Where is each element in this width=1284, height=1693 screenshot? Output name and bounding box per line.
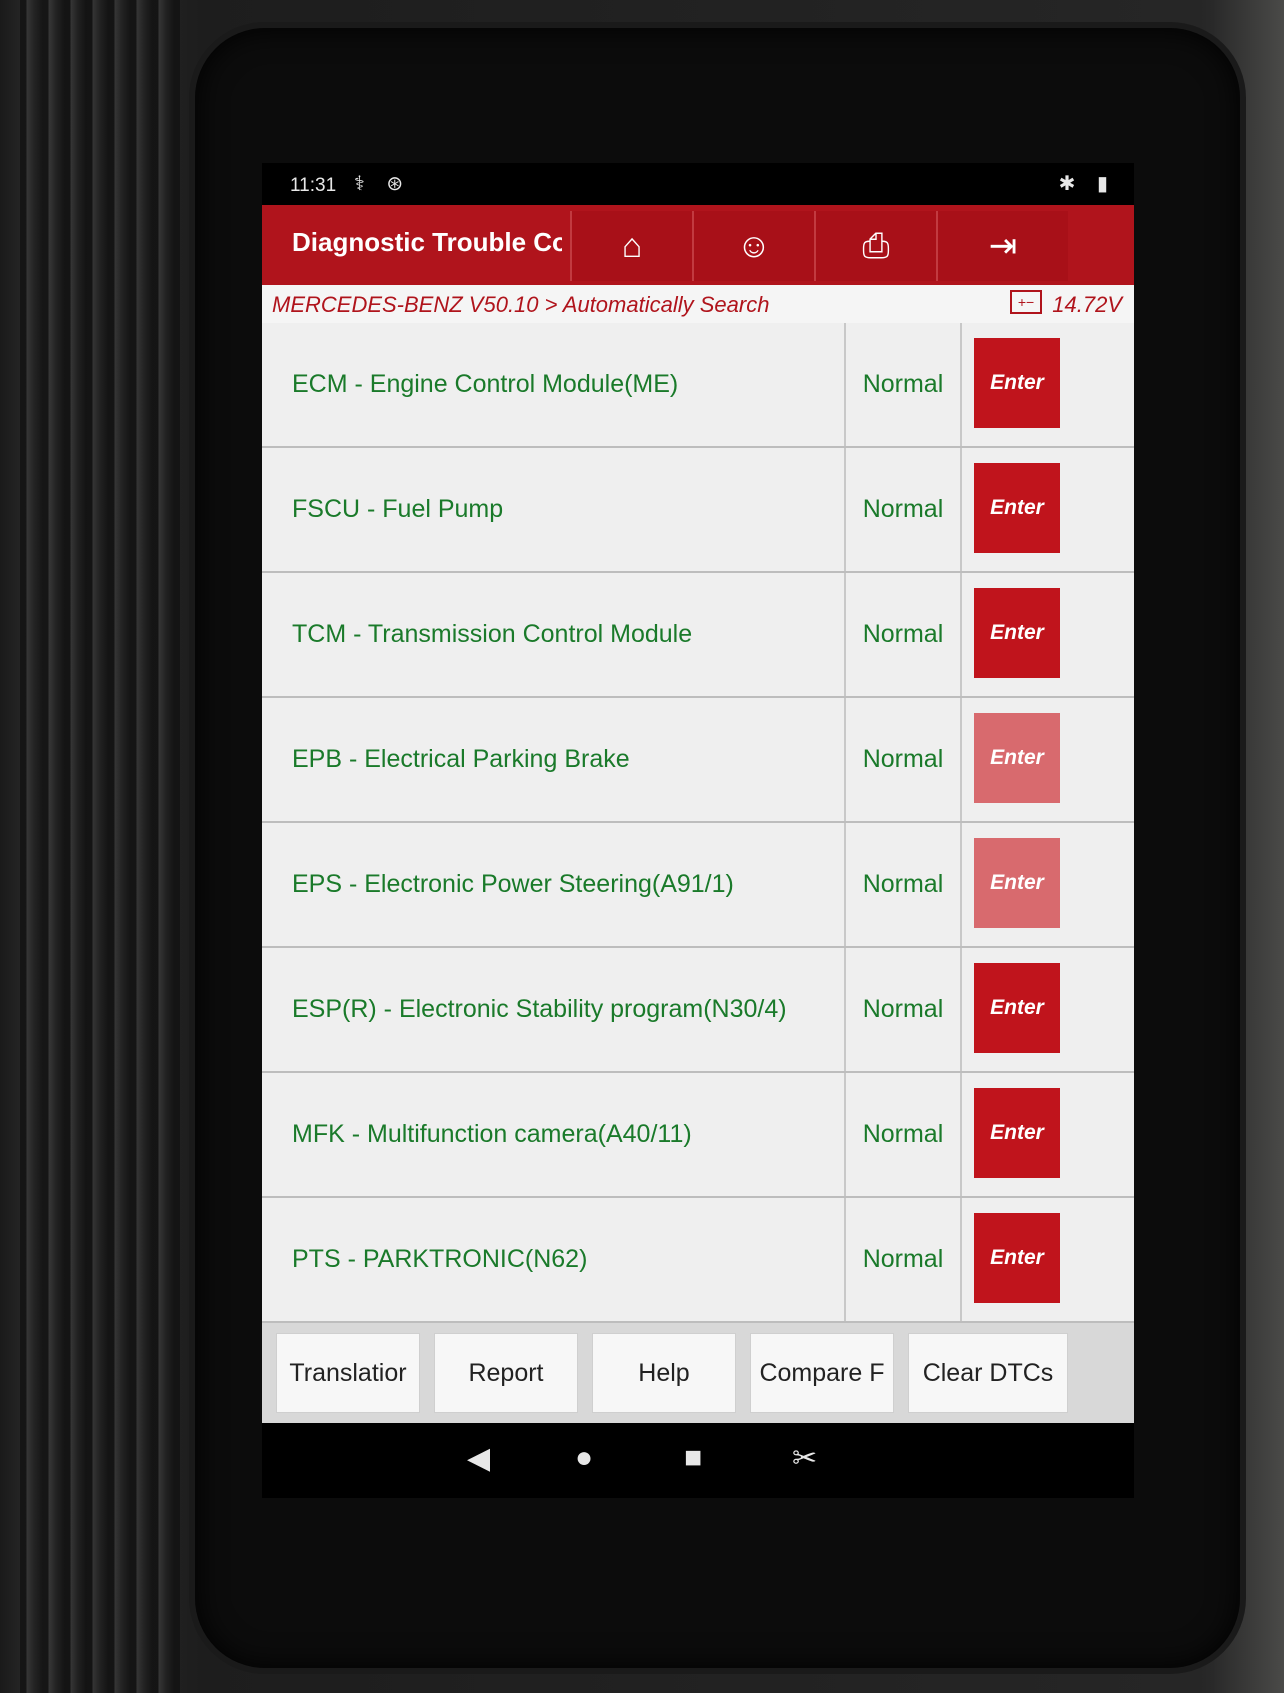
module-status: Normal bbox=[844, 573, 962, 696]
module-row: TCM - Transmission Control Module Normal… bbox=[262, 573, 1134, 698]
clear-dtcs-button[interactable]: Clear DTCs bbox=[908, 1333, 1068, 1413]
tablet-screen: 11:31 ⚕ ⊛ ✱ ▮ Diagnostic Trouble Cod ⌂ ☺… bbox=[262, 163, 1134, 1498]
module-name: FSCU - Fuel Pump bbox=[292, 495, 504, 523]
module-status: Normal bbox=[844, 698, 962, 821]
module-row: EPB - Electrical Parking Brake Normal En… bbox=[262, 698, 1134, 823]
module-row: ECM - Engine Control Module(ME) Normal E… bbox=[262, 323, 1134, 448]
enter-button[interactable]: Enter bbox=[974, 963, 1060, 1053]
app-header: Diagnostic Trouble Cod ⌂ ☺ ⎙ ⇥ bbox=[262, 205, 1134, 285]
support-button[interactable]: ☺ bbox=[692, 211, 814, 281]
module-name: PTS - PARKTRONIC(N62) bbox=[292, 1245, 588, 1273]
breadcrumb: MERCEDES-BENZ V50.10 > Automatically Sea… bbox=[262, 285, 1134, 323]
compare-button[interactable]: Compare F bbox=[750, 1333, 894, 1413]
module-name: ESP(R) - Electronic Stability program(N3… bbox=[292, 995, 787, 1023]
page-title: Diagnostic Trouble Cod bbox=[292, 227, 562, 257]
home-nav-icon[interactable]: ● bbox=[575, 1441, 593, 1475]
home-button[interactable]: ⌂ bbox=[570, 211, 692, 281]
home-icon: ⌂ bbox=[621, 226, 643, 265]
android-nav-bar: ◀ ● ■ ✂ bbox=[262, 1423, 1134, 1498]
module-name: MFK - Multifunction camera(A40/11) bbox=[292, 1120, 692, 1148]
module-status: Normal bbox=[844, 448, 962, 571]
module-status: Normal bbox=[844, 1198, 962, 1321]
translation-button[interactable]: Translatior bbox=[276, 1333, 420, 1413]
module-name: EPS - Electronic Power Steering(A91/1) bbox=[292, 870, 734, 898]
module-name: ECM - Engine Control Module(ME) bbox=[292, 370, 679, 398]
status-system-icons: ✱ ▮ bbox=[1058, 173, 1116, 195]
report-button[interactable]: Report bbox=[434, 1333, 578, 1413]
print-button[interactable]: ⎙ bbox=[814, 211, 936, 281]
bottom-toolbar: Translatior Report Help Compare F Clear … bbox=[262, 1323, 1134, 1423]
exit-icon: ⇥ bbox=[988, 227, 1018, 265]
module-row: PTS - PARKTRONIC(N62) Normal Enter bbox=[262, 1198, 1134, 1323]
module-row: ESP(R) - Electronic Stability program(N3… bbox=[262, 948, 1134, 1073]
status-bar: 11:31 ⚕ ⊛ ✱ ▮ bbox=[262, 163, 1134, 205]
module-list[interactable]: ECM - Engine Control Module(ME) Normal E… bbox=[262, 323, 1134, 1323]
back-icon[interactable]: ◀ bbox=[467, 1441, 490, 1476]
help-button[interactable]: Help bbox=[592, 1333, 736, 1413]
exit-button[interactable]: ⇥ bbox=[936, 211, 1068, 281]
battery-icon: +− bbox=[1010, 290, 1042, 314]
module-status: Normal bbox=[844, 1073, 962, 1196]
device-grip-ribs bbox=[20, 0, 180, 1693]
module-status: Normal bbox=[844, 948, 962, 1071]
enter-button[interactable]: Enter bbox=[974, 463, 1060, 553]
enter-button[interactable]: Enter bbox=[974, 338, 1060, 428]
support-agent-icon: ☺ bbox=[736, 226, 772, 265]
enter-button[interactable]: Enter bbox=[974, 838, 1060, 928]
module-name: TCM - Transmission Control Module bbox=[292, 620, 693, 648]
print-icon: ⎙ bbox=[862, 226, 890, 265]
battery-voltage: 14.72V bbox=[1052, 292, 1122, 317]
enter-button[interactable]: Enter bbox=[974, 588, 1060, 678]
module-status: Normal bbox=[844, 323, 962, 446]
breadcrumb-path: MERCEDES-BENZ V50.10 > Automatically Sea… bbox=[272, 292, 770, 317]
enter-button[interactable]: Enter bbox=[974, 1088, 1060, 1178]
module-status: Normal bbox=[844, 823, 962, 946]
enter-button[interactable]: Enter bbox=[974, 1213, 1060, 1303]
recents-icon[interactable]: ■ bbox=[684, 1441, 702, 1475]
screenshot-icon[interactable]: ✂ bbox=[792, 1441, 817, 1476]
module-name: EPB - Electrical Parking Brake bbox=[292, 745, 630, 773]
status-notification-icons: ⚕ ⊛ bbox=[354, 173, 412, 195]
enter-button[interactable]: Enter bbox=[974, 713, 1060, 803]
module-row: FSCU - Fuel Pump Normal Enter bbox=[262, 448, 1134, 573]
module-row: MFK - Multifunction camera(A40/11) Norma… bbox=[262, 1073, 1134, 1198]
module-row: EPS - Electronic Power Steering(A91/1) N… bbox=[262, 823, 1134, 948]
status-time: 11:31 bbox=[290, 175, 337, 196]
